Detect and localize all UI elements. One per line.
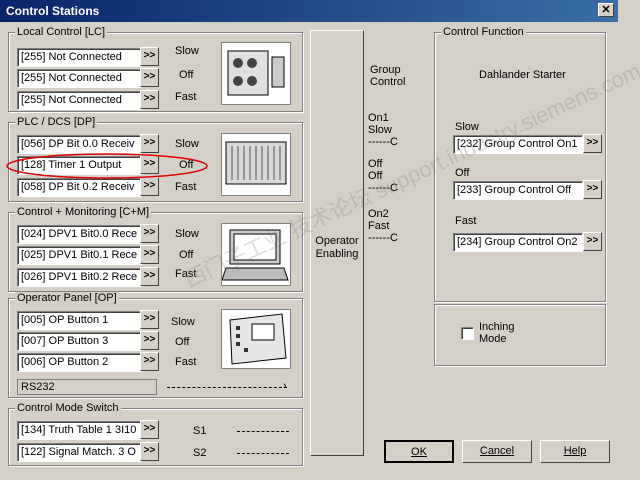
cf-fast-browse-button[interactable]: >> xyxy=(583,232,602,251)
op-off-field[interactable]: [007] OP Button 3 xyxy=(17,332,142,351)
local-control-group: Local Control [LC] [255] Not Connected >… xyxy=(8,26,303,112)
local-off-label: Off xyxy=(179,69,194,81)
local-slow-field[interactable]: [255] Not Connected xyxy=(17,48,142,67)
cf-off-field[interactable]: [233] Group Control Off xyxy=(453,181,583,200)
help-button-label: Help xyxy=(563,445,587,457)
control-mode-switch-legend: Control Mode Switch xyxy=(15,402,121,414)
group-on1-arrow: ------C xyxy=(368,136,398,148)
plc-rack-image xyxy=(221,133,291,196)
op-fast-label: Fast xyxy=(175,356,197,368)
plc-slow-label: Slow xyxy=(175,138,199,150)
local-off-browse-button[interactable]: >> xyxy=(140,68,159,87)
inching-mode-label: Inching Mode xyxy=(479,321,515,345)
op-fast-field[interactable]: [006] OP Button 2 xyxy=(17,353,142,372)
cm-fast-browse-button[interactable]: >> xyxy=(140,267,159,286)
ok-button[interactable]: OK xyxy=(384,440,454,463)
local-off-field[interactable]: [255] Not Connected xyxy=(17,69,142,88)
local-fast-label: Fast xyxy=(175,91,197,103)
operator-enabling-panel: Operator Enabling xyxy=(310,30,364,456)
cms-s1-arrow xyxy=(237,431,289,432)
group-on2-arrow: ------C xyxy=(368,232,398,244)
op-off-browse-button[interactable]: >> xyxy=(140,331,159,350)
close-button[interactable]: ✕ xyxy=(598,3,614,17)
group-control-title: Group Control xyxy=(370,64,406,88)
cm-off-browse-button[interactable]: >> xyxy=(140,245,159,264)
window-title: Control Stations xyxy=(6,4,100,18)
control-monitoring-legend: Control + Monitoring [C+M] xyxy=(15,206,152,218)
op-fast-browse-button[interactable]: >> xyxy=(140,352,159,371)
control-function-legend: Control Function xyxy=(441,26,526,38)
rs232-field: RS232 xyxy=(17,379,157,395)
operator-panel-image xyxy=(221,309,291,369)
group-on2-fast: On2 Fast xyxy=(368,208,390,232)
ok-button-label: OK xyxy=(411,446,427,458)
control-mode-switch-group: Control Mode Switch [134] Truth Table 1 … xyxy=(8,402,303,466)
title-bar: Control Stations ✕ xyxy=(0,0,618,22)
operator-panel-group: Operator Panel [OP] [005] OP Button 1 >>… xyxy=(8,292,303,398)
dialog-body: Local Control [LC] [255] Not Connected >… xyxy=(0,22,640,480)
local-panel-image xyxy=(221,42,291,105)
help-button[interactable]: Help xyxy=(540,440,610,463)
plc-dcs-legend: PLC / DCS [DP] xyxy=(15,116,98,128)
cms-s1-browse-button[interactable]: >> xyxy=(140,420,159,439)
cf-fast-label: Fast xyxy=(455,215,477,227)
local-fast-field[interactable]: [255] Not Connected xyxy=(17,91,142,110)
operator-enabling-label: Operator Enabling xyxy=(315,235,359,260)
op-slow-field[interactable]: [005] OP Button 1 xyxy=(17,311,142,330)
operator-panel-legend: Operator Panel [OP] xyxy=(15,292,119,304)
rs232-arrow xyxy=(167,387,287,388)
control-function-name: Dahlander Starter xyxy=(479,69,566,81)
cm-slow-browse-button[interactable]: >> xyxy=(140,224,159,243)
cm-off-field[interactable]: [025] DPV1 Bit0.1 Rece xyxy=(17,246,142,265)
local-slow-label: Slow xyxy=(175,45,199,57)
cancel-button-label: Cancel xyxy=(479,445,515,457)
cm-slow-field[interactable]: [024] DPV1 Bit0.0 Rece xyxy=(17,225,142,244)
op-slow-browse-button[interactable]: >> xyxy=(140,310,159,329)
rs232-arrow-head: › xyxy=(283,380,287,392)
op-slow-label: Slow xyxy=(171,316,195,328)
op-off-label: Off xyxy=(175,336,190,348)
cm-fast-field[interactable]: [026] DPV1 Bit0.2 Rece xyxy=(17,268,142,287)
cms-s2-field[interactable]: [122] Signal Match. 3 O xyxy=(17,443,142,462)
inching-group: Inching Mode xyxy=(434,304,606,366)
highlight-ellipse xyxy=(6,153,208,179)
cm-slow-label: Slow xyxy=(175,228,199,240)
inching-mode-checkbox[interactable] xyxy=(461,327,474,340)
plc-dcs-group: PLC / DCS [DP] [056] DP Bit 0.0 Receiv >… xyxy=(6,116,303,202)
local-control-legend: Local Control [LC] xyxy=(15,26,108,38)
local-fast-browse-button[interactable]: >> xyxy=(140,90,159,109)
plc-fast-label: Fast xyxy=(175,181,197,193)
cancel-button[interactable]: Cancel xyxy=(462,440,532,463)
cf-slow-browse-button[interactable]: >> xyxy=(583,134,602,153)
group-on1-slow: On1 Slow xyxy=(368,112,392,136)
cms-s1-label: S1 xyxy=(193,425,207,437)
cms-s2-arrow xyxy=(237,453,289,454)
cms-s2-label: S2 xyxy=(193,447,207,459)
local-slow-browse-button[interactable]: >> xyxy=(140,47,159,66)
cms-s2-browse-button[interactable]: >> xyxy=(140,442,159,461)
cf-fast-field[interactable]: [234] Group Control On2 xyxy=(453,233,583,252)
cms-s1-field[interactable]: [134] Truth Table 1 3I10 xyxy=(17,421,142,440)
cf-off-browse-button[interactable]: >> xyxy=(583,180,602,199)
